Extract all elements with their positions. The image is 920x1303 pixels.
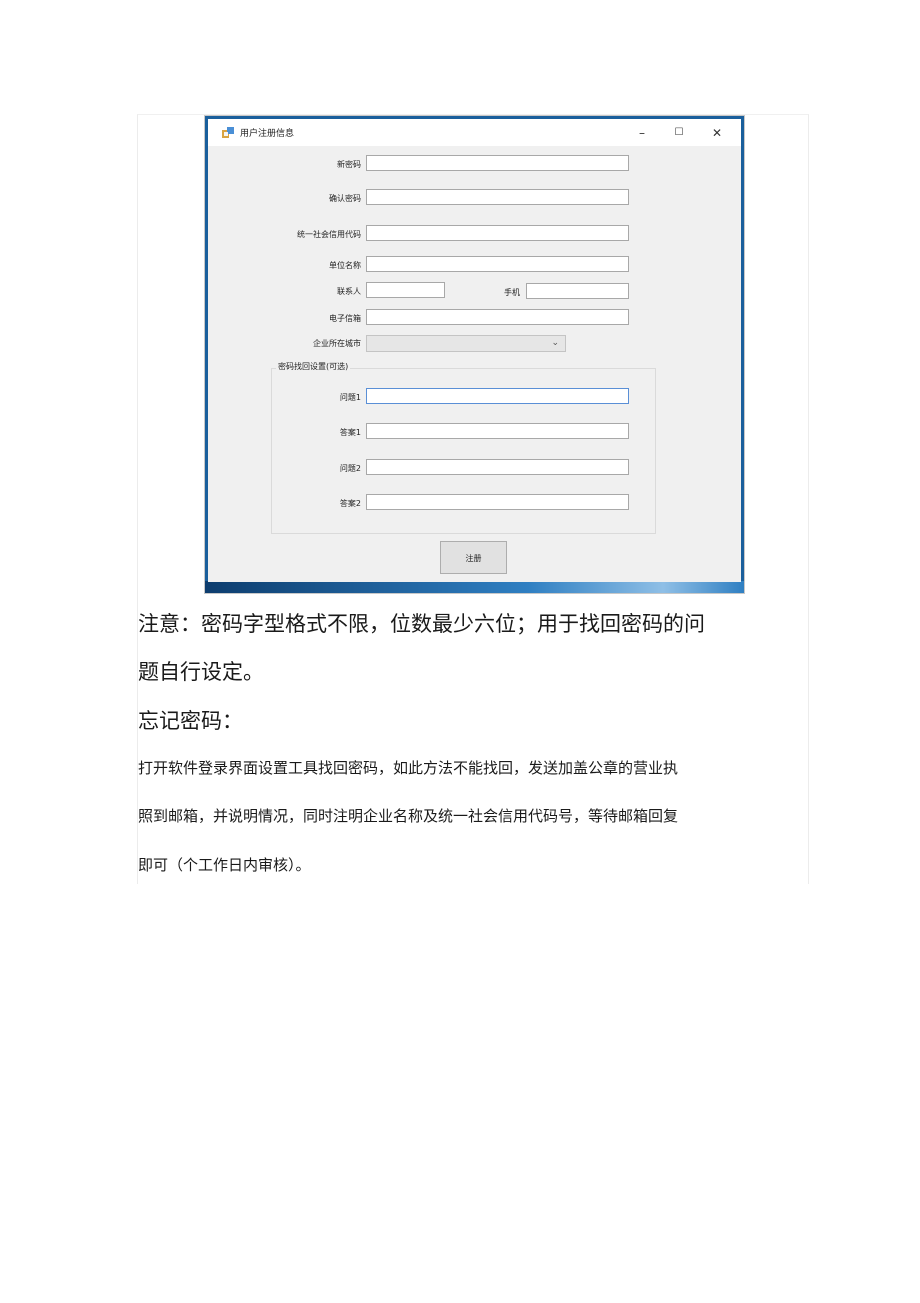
question1-label: 问题1: [339, 393, 361, 402]
forgot-password-heading: 忘记密码：: [138, 709, 243, 733]
desktop-background: [205, 581, 744, 593]
forgot-para-line-3: 即可（个工作日内审核）。: [138, 856, 311, 874]
company-name-input[interactable]: [366, 256, 629, 272]
chevron-down-icon[interactable]: ⌄: [551, 336, 559, 351]
email-input[interactable]: [366, 309, 629, 325]
answer2-label: 答案2: [339, 499, 361, 508]
contact-input[interactable]: [366, 282, 445, 298]
email-label: 电子信箱: [329, 314, 361, 323]
note-line-2: 题自行设定。: [138, 660, 264, 684]
password-recovery-group-title: 密码找回设置(可选): [276, 361, 351, 372]
city-select[interactable]: ⌄: [366, 335, 566, 352]
new-password-label: 新密码: [337, 160, 361, 169]
confirm-password-input[interactable]: [366, 189, 629, 205]
forgot-para-line-1: 打开软件登录界面设置工具找回密码，如此方法不能找回，发送加盖公章的营业执: [138, 759, 679, 777]
answer1-input[interactable]: [366, 423, 629, 439]
contact-label: 联系人: [337, 287, 361, 296]
credit-code-label: 统一社会信用代码: [297, 230, 361, 239]
city-label: 企业所在城市: [313, 339, 361, 348]
confirm-password-label: 确认密码: [329, 194, 361, 203]
close-button[interactable]: ✕: [703, 123, 731, 143]
phone-input[interactable]: [526, 283, 629, 299]
title-bar[interactable]: 用户注册信息 – ☐ ✕: [208, 119, 741, 146]
question1-input[interactable]: [366, 388, 629, 404]
new-password-input[interactable]: [366, 155, 629, 171]
registration-dialog-screenshot: 用户注册信息 – ☐ ✕ 新密码 确认密码 统一社会信用代码 单位名称 联系人 …: [204, 115, 745, 594]
phone-label: 手机: [504, 288, 520, 297]
answer1-label: 答案1: [339, 428, 361, 437]
answer2-input[interactable]: [366, 494, 629, 510]
window-title: 用户注册信息: [240, 129, 295, 139]
app-icon: [222, 127, 234, 138]
question2-label: 问题2: [339, 464, 361, 473]
minimize-button[interactable]: –: [628, 123, 656, 143]
registration-window: 用户注册信息 – ☐ ✕ 新密码 确认密码 统一社会信用代码 单位名称 联系人 …: [208, 119, 741, 582]
company-name-label: 单位名称: [329, 261, 361, 270]
credit-code-input[interactable]: [366, 225, 629, 241]
question2-input[interactable]: [366, 459, 629, 475]
note-line-1: 注意：密码字型格式不限，位数最少六位；用于找回密码的问: [138, 612, 705, 636]
register-button[interactable]: 注册: [440, 541, 507, 574]
maximize-button[interactable]: ☐: [665, 123, 693, 143]
forgot-para-line-2: 照到邮箱，并说明情况，同时注明企业名称及统一社会信用代码号，等待邮箱回复: [138, 807, 679, 825]
